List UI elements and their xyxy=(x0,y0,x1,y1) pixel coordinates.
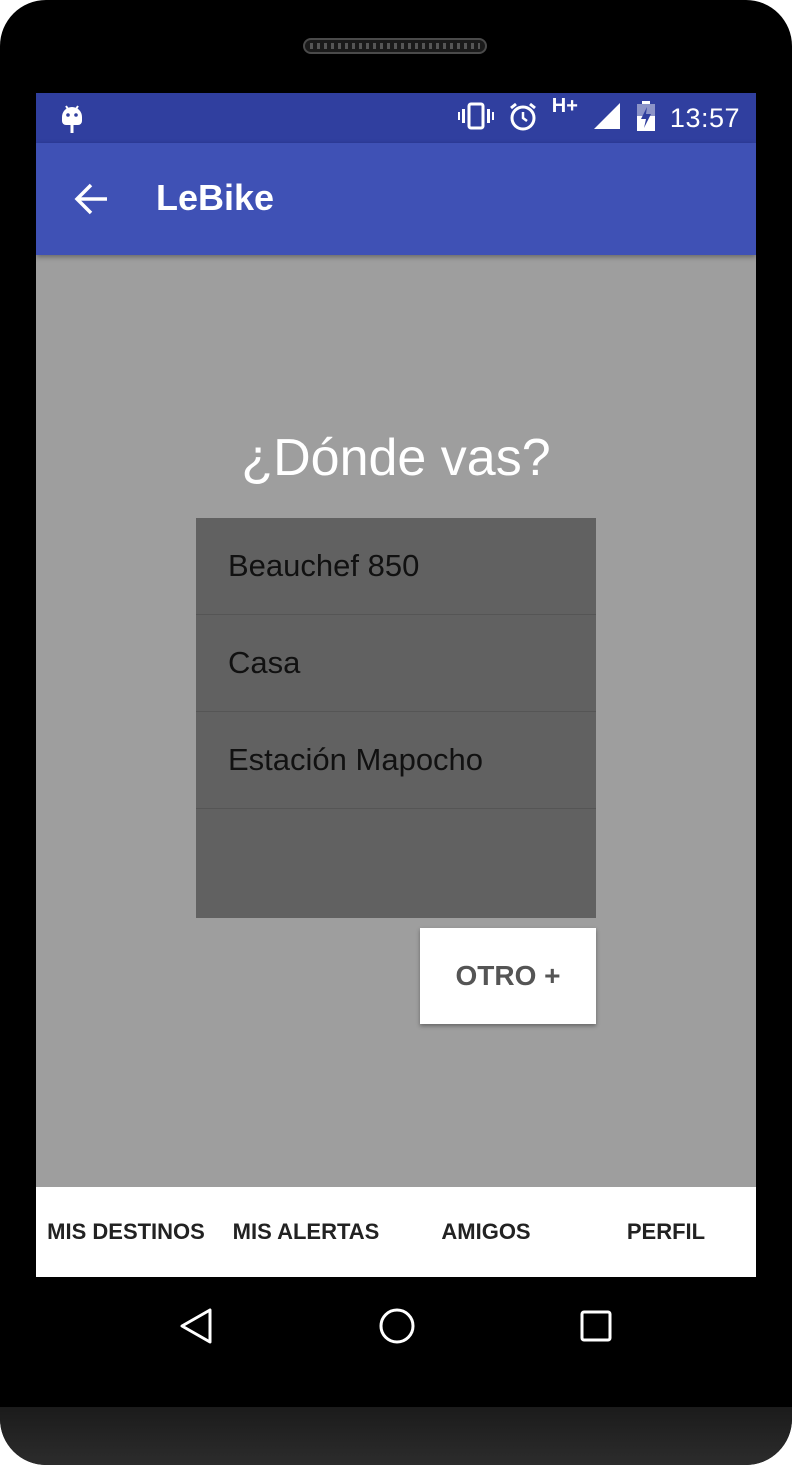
phone-speaker xyxy=(303,38,487,54)
arrow-back-icon[interactable] xyxy=(74,183,108,220)
list-item-destination[interactable]: Beauchef 850 xyxy=(196,518,596,615)
destination-list: Beauchef 850 Casa Estación Mapocho xyxy=(196,518,596,918)
destination-question: ¿Dónde vas? xyxy=(241,429,551,487)
tab-perfil[interactable]: PERFIL xyxy=(576,1187,756,1277)
signal-icon xyxy=(592,101,622,136)
other-destination-button[interactable]: OTRO + xyxy=(420,928,596,1024)
status-bar: H+ 13:57 xyxy=(36,93,756,143)
tab-mis-alertas[interactable]: MIS ALERTAS xyxy=(216,1187,396,1277)
list-item-destination[interactable]: Casa xyxy=(196,615,596,712)
phone-frame: H+ 13:57 LeBike ¿Dónde vas? Beauchef 850… xyxy=(0,0,792,1465)
tab-mis-destinos[interactable]: MIS DESTINOS xyxy=(36,1187,216,1277)
list-item-destination[interactable]: Estación Mapocho xyxy=(196,712,596,809)
recents-square-icon[interactable] xyxy=(578,1307,614,1350)
back-triangle-icon[interactable] xyxy=(178,1307,214,1350)
home-circle-icon[interactable] xyxy=(378,1307,416,1350)
network-type: H+ xyxy=(551,94,578,117)
app-title: LeBike xyxy=(156,177,275,218)
vibrate-icon xyxy=(457,101,494,136)
screen: H+ 13:57 LeBike ¿Dónde vas? Beauchef 850… xyxy=(36,93,756,1277)
bottom-tab-bar: MIS DESTINOS MIS ALERTAS AMIGOS PERFIL xyxy=(36,1187,756,1277)
system-navigation-bar xyxy=(36,1277,756,1373)
alarm-icon xyxy=(508,101,538,136)
app-bar: LeBike xyxy=(36,143,756,255)
battery-charging-icon xyxy=(636,100,656,137)
status-time: 13:57 xyxy=(669,102,740,133)
android-notification-icon xyxy=(60,103,84,140)
phone-chin xyxy=(0,1407,792,1465)
tab-amigos[interactable]: AMIGOS xyxy=(396,1187,576,1277)
